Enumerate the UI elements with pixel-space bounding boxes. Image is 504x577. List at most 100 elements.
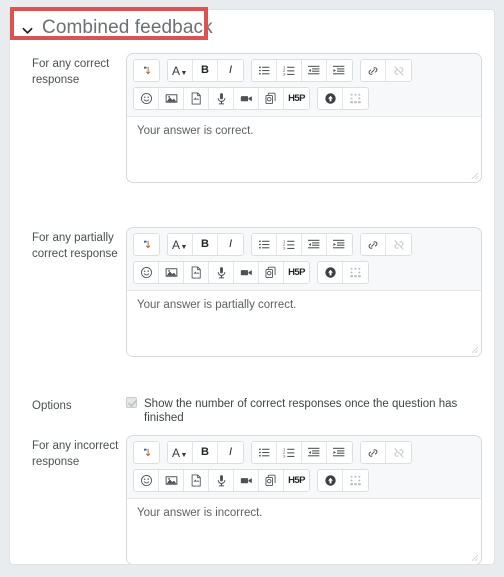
record-audio-icon[interactable]	[209, 470, 234, 491]
combined-feedback-card: Combined feedback For any correct respon…	[9, 9, 495, 565]
toolbar-group: 123	[251, 59, 353, 82]
italic-icon[interactable]: I	[218, 234, 243, 255]
h5p-icon[interactable]: H5P	[284, 88, 309, 109]
editor-toolbar: A▼ B I 1 2 3 H5P	[127, 54, 481, 116]
feedback-partially-correct-editor: A▼ B I 1 2 3 H5P Your answer is partially corre…	[126, 227, 482, 357]
record-video-icon[interactable]	[234, 262, 259, 283]
feedback-incorrect-editor: A▼ B I 1 2 3 H5P Your answer is incorrect.	[126, 435, 482, 564]
screenreader-helper-icon[interactable]	[343, 88, 368, 109]
font-color-icon[interactable]: A▼	[168, 442, 193, 463]
decrease-indent-icon[interactable]	[302, 234, 327, 255]
svg-text:3: 3	[283, 72, 286, 77]
toolbar-group: H5P	[133, 261, 310, 284]
bold-icon[interactable]: B	[193, 234, 218, 255]
increase-indent-icon[interactable]	[327, 234, 352, 255]
section-header-combined-feedback[interactable]: Combined feedback	[10, 10, 213, 46]
feedback-correct-editor: A▼ B I 1 2 3 H5P Your answer is correct.	[126, 53, 482, 183]
field-control-partially_correct: A▼ B I 1 2 3 H5P Your answer is partially corre…	[126, 227, 494, 357]
emoji-icon[interactable]	[134, 262, 159, 283]
decrease-indent-icon[interactable]	[302, 60, 327, 81]
manage-files-icon[interactable]	[184, 470, 209, 491]
bold-icon[interactable]: B	[193, 60, 218, 81]
feedback-partially-correct-editor-textarea[interactable]: Your answer is partially correct.	[127, 290, 481, 356]
screenreader-helper-icon[interactable]	[343, 470, 368, 491]
link-icon[interactable]	[361, 442, 386, 463]
unlink-icon[interactable]	[386, 234, 411, 255]
emoji-icon[interactable]	[134, 470, 159, 491]
insert-media-icon[interactable]	[259, 262, 284, 283]
editor-toolbar: A▼ B I 1 2 3 H5P	[127, 228, 481, 290]
toolbar-row1: A▼ B I 1 2 3	[133, 441, 475, 464]
screenreader-helper-icon[interactable]	[343, 262, 368, 283]
numbered-list-icon[interactable]: 123	[277, 442, 302, 463]
unlink-icon[interactable]	[386, 442, 411, 463]
option-show-correct-count[interactable]: Show the number of correct responses onc…	[126, 395, 482, 425]
link-icon[interactable]	[361, 60, 386, 81]
h5p-icon[interactable]: H5P	[284, 262, 309, 283]
bulleted-list-icon[interactable]	[252, 60, 277, 81]
increase-indent-icon[interactable]	[327, 442, 352, 463]
feedback-correct-editor-textarea[interactable]: Your answer is correct.	[127, 116, 481, 182]
toolbar-group	[360, 441, 412, 464]
toolbar-row1: A▼ B I 1 2 3	[133, 59, 475, 82]
svg-text:3: 3	[283, 246, 286, 251]
accessibility-checker-icon[interactable]	[318, 88, 343, 109]
italic-icon[interactable]: I	[218, 442, 243, 463]
editor-content-text: Your answer is incorrect.	[137, 507, 263, 519]
numbered-list-icon[interactable]: 123	[277, 60, 302, 81]
font-color-icon[interactable]: A▼	[168, 234, 193, 255]
field-row-options: Options Show the number of correct respon…	[10, 395, 494, 425]
italic-icon[interactable]: I	[218, 60, 243, 81]
h5p-icon[interactable]: H5P	[284, 470, 309, 491]
toolbar-row2: H5P	[133, 469, 475, 492]
increase-indent-icon[interactable]	[327, 60, 352, 81]
editor-toolbar: A▼ B I 1 2 3 H5P	[127, 436, 481, 498]
feedback-incorrect-editor-textarea[interactable]: Your answer is incorrect.	[127, 498, 481, 564]
bulleted-list-icon[interactable]	[252, 442, 277, 463]
toolbar-group: 123	[251, 233, 353, 256]
toolbar-group	[317, 469, 369, 492]
accessibility-checker-icon[interactable]	[318, 470, 343, 491]
resize-grip-icon[interactable]	[469, 344, 479, 354]
toolbar-group	[317, 87, 369, 110]
insert-media-icon[interactable]	[259, 470, 284, 491]
record-video-icon[interactable]	[234, 470, 259, 491]
undo-icon[interactable]	[134, 60, 159, 81]
chevron-down-icon[interactable]	[22, 23, 33, 34]
toolbar-group: A▼ B I	[167, 441, 244, 464]
toolbar-row1: A▼ B I 1 2 3	[133, 233, 475, 256]
link-icon[interactable]	[361, 234, 386, 255]
editor-content-text: Your answer is partially correct.	[137, 299, 297, 311]
insert-image-icon[interactable]	[159, 88, 184, 109]
resize-grip-icon[interactable]	[469, 170, 479, 180]
toolbar-group	[317, 261, 369, 284]
numbered-list-icon[interactable]: 123	[277, 234, 302, 255]
toolbar-group	[360, 233, 412, 256]
accessibility-checker-icon[interactable]	[318, 262, 343, 283]
unlink-icon[interactable]	[386, 60, 411, 81]
bold-icon[interactable]: B	[193, 442, 218, 463]
field-control-correct: A▼ B I 1 2 3 H5P Your answer is correct.	[126, 53, 494, 183]
resize-grip-icon[interactable]	[469, 552, 479, 562]
manage-files-icon[interactable]	[184, 262, 209, 283]
field-row-partially_correct: For any partially correct response A▼ B I 1 2…	[10, 227, 494, 357]
insert-image-icon[interactable]	[159, 262, 184, 283]
toolbar-group: A▼ B I	[167, 59, 244, 82]
record-audio-icon[interactable]	[209, 262, 234, 283]
insert-media-icon[interactable]	[259, 88, 284, 109]
manage-files-icon[interactable]	[184, 88, 209, 109]
toolbar-group	[133, 233, 160, 256]
show-correct-responses-checkbox[interactable]	[126, 397, 137, 408]
emoji-icon[interactable]	[134, 88, 159, 109]
record-video-icon[interactable]	[234, 88, 259, 109]
record-audio-icon[interactable]	[209, 88, 234, 109]
bulleted-list-icon[interactable]	[252, 234, 277, 255]
undo-icon[interactable]	[134, 442, 159, 463]
decrease-indent-icon[interactable]	[302, 442, 327, 463]
toolbar-group: H5P	[133, 87, 310, 110]
undo-icon[interactable]	[134, 234, 159, 255]
toolbar-group	[133, 441, 160, 464]
insert-image-icon[interactable]	[159, 470, 184, 491]
field-control-incorrect: A▼ B I 1 2 3 H5P Your answer is incorrect.	[126, 435, 494, 564]
font-color-icon[interactable]: A▼	[168, 60, 193, 81]
